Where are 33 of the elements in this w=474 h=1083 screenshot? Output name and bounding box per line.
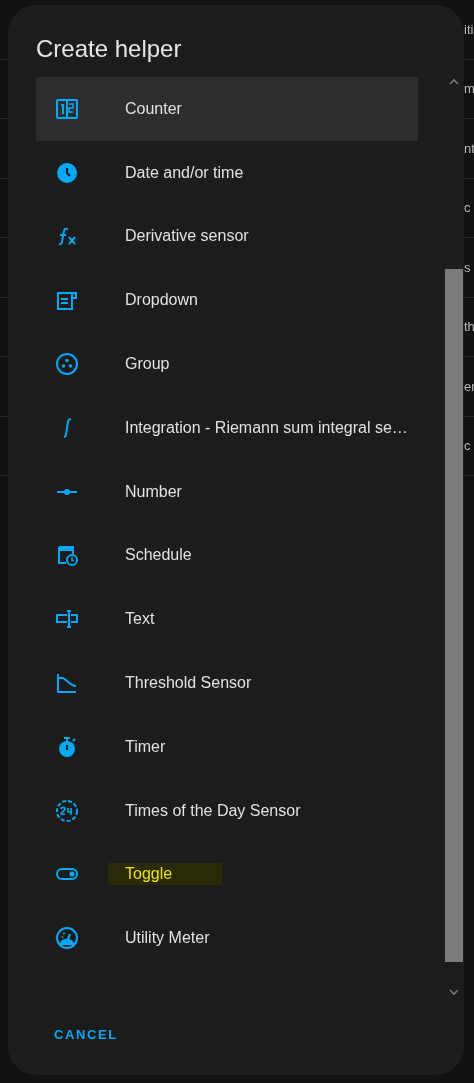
clock-icon: [55, 160, 79, 185]
helper-list-item[interactable]: Group: [36, 332, 418, 396]
background-text: m: [464, 81, 474, 97]
background-text: c: [464, 200, 471, 216]
background-text: th: [464, 319, 474, 335]
background-text: iti: [464, 21, 474, 37]
group-icon: [55, 352, 79, 377]
helper-list-item[interactable]: Times of the Day Sensor: [36, 778, 418, 843]
background-text: c: [464, 438, 471, 454]
integral-icon: [62, 417, 72, 438]
cancel-button[interactable]: CANCEL: [54, 1021, 118, 1048]
helper-list-item[interactable]: Derivative sensor: [36, 204, 418, 269]
scrollbar-thumb[interactable]: [445, 269, 463, 962]
counter-icon: [55, 96, 79, 121]
helper-list-item[interactable]: Utility Meter: [36, 906, 418, 971]
helper-list-item[interactable]: Dropdown: [36, 268, 418, 333]
threshold-icon: [55, 671, 79, 696]
background-text: nt: [464, 140, 474, 156]
slider-icon: [57, 488, 77, 495]
helper-list-item[interactable]: Text: [36, 587, 418, 652]
calendar-clock-icon: [55, 543, 79, 568]
gauge-icon: [55, 926, 79, 951]
helper-list-item[interactable]: Counter: [36, 77, 418, 141]
background-text: s: [464, 259, 471, 275]
helper-list-item[interactable]: Schedule: [36, 523, 418, 588]
helper-list-item[interactable]: Number: [36, 459, 418, 524]
helper-list-item[interactable]: Toggle: [36, 842, 418, 907]
clock-24-icon: [55, 798, 79, 823]
dialog-title: Create helper: [36, 35, 183, 64]
helper-list-item[interactable]: Threshold Sensor: [36, 651, 418, 715]
helper-list-item[interactable]: Date and/or time: [36, 140, 418, 205]
helper-list-item[interactable]: Integration - Riemann sum integral se…: [36, 396, 418, 460]
helper-list-item[interactable]: Timer: [36, 714, 418, 779]
